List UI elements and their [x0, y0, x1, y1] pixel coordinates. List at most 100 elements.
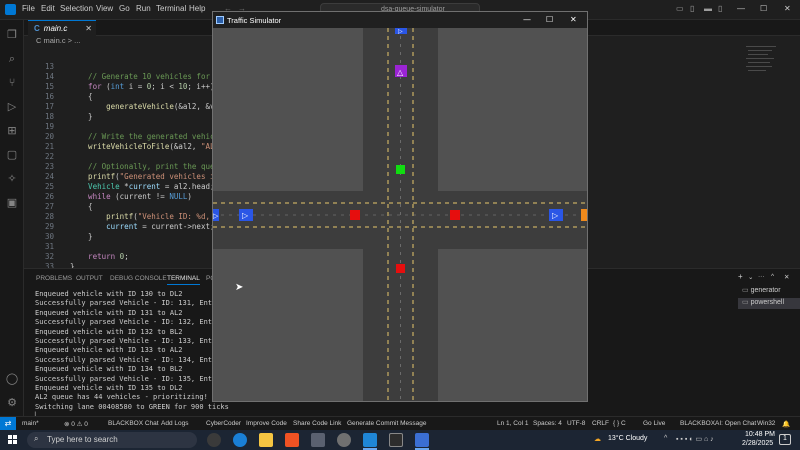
code-line[interactable]: 21 writeVehicleToFile(&al2, "AL2.txt": [24, 142, 242, 152]
maximize-panel-icon[interactable]: ^: [771, 273, 774, 280]
cursor-position[interactable]: Ln 1, Col 1: [497, 420, 528, 427]
tab-debug-console[interactable]: DEBUG CONSOLE: [110, 275, 167, 282]
code-line[interactable]: 27 {: [24, 202, 93, 212]
sidebar-toggle-icon[interactable]: ▯: [690, 4, 694, 13]
panel-toggle-icon[interactable]: ▬: [704, 4, 712, 13]
share-code-link[interactable]: Share Code Link: [293, 420, 341, 427]
encoding[interactable]: UTF-8: [567, 420, 585, 427]
simulator-app-icon[interactable]: [415, 433, 429, 447]
clock-date[interactable]: 2/28/2025: [742, 440, 773, 447]
simulation-canvas[interactable]: ▷ △ ▷ ▷ ▷: [213, 28, 587, 401]
tab-problems[interactable]: PROBLEMS: [36, 275, 72, 282]
menu-selection[interactable]: Selection: [60, 4, 93, 13]
code-line[interactable]: 16 {: [24, 92, 93, 102]
menu-run[interactable]: Run: [136, 4, 151, 13]
sim-close-icon[interactable]: ✕: [570, 15, 577, 24]
brave-icon[interactable]: [285, 433, 299, 447]
menu-help[interactable]: Help: [189, 4, 205, 13]
search-icon[interactable]: ⌕: [5, 52, 19, 66]
go-live[interactable]: Go Live: [643, 420, 665, 427]
copilot-icon[interactable]: [207, 433, 221, 447]
improve-code[interactable]: Improve Code: [246, 420, 287, 427]
app-icon[interactable]: [337, 433, 351, 447]
platform[interactable]: Win32: [757, 420, 775, 427]
blackbox-open-chat[interactable]: BLACKBOXAI: Open Chat: [680, 420, 756, 427]
remote-explorer-icon[interactable]: ▣: [5, 196, 19, 210]
blackbox-chat[interactable]: BLACKBOX Chat: [108, 420, 159, 427]
terminal-item-generator[interactable]: ▭ generator: [738, 286, 800, 297]
tab-output[interactable]: OUTPUT: [76, 275, 103, 282]
extension-icon[interactable]: ✧: [5, 172, 19, 186]
sim-maximize-icon[interactable]: ☐: [546, 15, 553, 24]
chat-icon[interactable]: ▢: [5, 148, 19, 162]
more-actions-icon[interactable]: ···: [758, 273, 765, 280]
explorer-icon[interactable]: ❐: [5, 28, 19, 42]
source-control-icon[interactable]: ⑂: [5, 76, 19, 90]
tab-main-c[interactable]: Cmain.c ✕: [28, 20, 96, 36]
code-line[interactable]: 29 current = current->next;: [24, 222, 215, 232]
tray-chevron-icon[interactable]: ^: [664, 435, 667, 442]
weather-text[interactable]: 13°C Cloudy: [608, 435, 647, 442]
edge-icon[interactable]: [233, 433, 247, 447]
tab-close-icon[interactable]: ✕: [85, 24, 92, 33]
code-line[interactable]: 24 printf("Generated vehicles in AL2:: [24, 172, 242, 182]
vscode-icon[interactable]: [363, 433, 377, 447]
code-line[interactable]: 17 generateVehicle(&al2, &vehicle: [24, 102, 242, 112]
close-panel-icon[interactable]: ✕: [784, 273, 789, 281]
sim-minimize-icon[interactable]: —: [523, 15, 531, 24]
clock-time[interactable]: 10:48 PM: [745, 431, 775, 438]
line-ending[interactable]: CRLF: [592, 420, 609, 427]
code-line[interactable]: 28 printf("Vehicle ID: %d, Direct: [24, 212, 242, 222]
extensions-icon[interactable]: ⊞: [5, 124, 19, 138]
code-line[interactable]: 13: [24, 62, 70, 72]
run-debug-icon[interactable]: ▷: [5, 100, 19, 114]
code-line[interactable]: 22: [24, 152, 70, 162]
remote-icon[interactable]: ⇄: [0, 417, 16, 431]
cybercoder[interactable]: CyberCoder: [206, 420, 241, 427]
secondary-sidebar-icon[interactable]: ▯: [718, 4, 722, 13]
code-line[interactable]: 26 while (current != NULL): [24, 192, 192, 202]
terminal-icon[interactable]: [389, 433, 403, 447]
close-icon[interactable]: ✕: [784, 4, 791, 13]
code-line[interactable]: 15 for (int i = 0; i < 10; i++): [24, 82, 215, 92]
generate-commit-message[interactable]: Generate Commit Message: [347, 420, 426, 427]
menu-file[interactable]: File: [22, 4, 35, 13]
minimize-icon[interactable]: —: [737, 4, 745, 13]
tool-icon[interactable]: [311, 433, 325, 447]
simulator-titlebar[interactable]: Traffic Simulator — ☐ ✕: [213, 12, 587, 28]
menu-terminal[interactable]: Terminal: [156, 4, 186, 13]
code-line[interactable]: 18 }: [24, 112, 93, 122]
traffic-simulator-window[interactable]: Traffic Simulator — ☐ ✕ ▷ △ ▷ ▷ ▷: [212, 11, 588, 402]
start-windows-icon[interactable]: [8, 435, 18, 445]
code-line[interactable]: 30 }: [24, 232, 93, 242]
layout-toggle-icon[interactable]: ▭: [676, 4, 684, 13]
code-line[interactable]: 19: [24, 122, 70, 132]
terminal-item-powershell[interactable]: ▭ powershell: [738, 298, 800, 309]
code-line[interactable]: 14 // Generate 10 vehicles for the la: [24, 72, 242, 82]
menu-edit[interactable]: Edit: [41, 4, 55, 13]
settings-gear-icon[interactable]: ⚙: [5, 396, 19, 410]
menu-view[interactable]: View: [96, 4, 113, 13]
maximize-icon[interactable]: ☐: [760, 4, 767, 13]
language-mode[interactable]: { } C: [613, 420, 626, 427]
file-explorer-icon[interactable]: [259, 433, 273, 447]
taskbar-search[interactable]: ⌕ Type here to search: [27, 432, 197, 448]
code-line[interactable]: 31: [24, 242, 70, 252]
indentation[interactable]: Spaces: 4: [533, 420, 562, 427]
code-line[interactable]: 20 // Write the generated vehicles to: [24, 132, 242, 142]
code-line[interactable]: 23 // Optionally, print the queue siz: [24, 162, 242, 172]
tab-terminal[interactable]: TERMINAL: [167, 275, 200, 285]
new-terminal-icon[interactable]: +: [738, 272, 743, 281]
add-logs[interactable]: Add Logs: [161, 420, 188, 427]
notifications-bell-icon[interactable]: 🔔: [782, 420, 790, 428]
minimap[interactable]: [742, 44, 786, 74]
git-branch[interactable]: main*: [22, 420, 39, 427]
code-line[interactable]: 32 return 0;: [24, 252, 129, 262]
account-icon[interactable]: ◯: [5, 372, 19, 386]
chevron-down-icon[interactable]: ⌄: [748, 273, 753, 281]
notification-center-icon[interactable]: 1: [779, 434, 791, 445]
code-line[interactable]: 25 Vehicle *current = al2.head;: [24, 182, 215, 192]
problems-count[interactable]: ⊗ 0 ⚠ 0: [64, 420, 88, 428]
tray-icons[interactable]: ▪ ▪ ▪ ◐ ▭ ⌂ ♪: [676, 435, 714, 443]
menu-go[interactable]: Go: [119, 4, 130, 13]
